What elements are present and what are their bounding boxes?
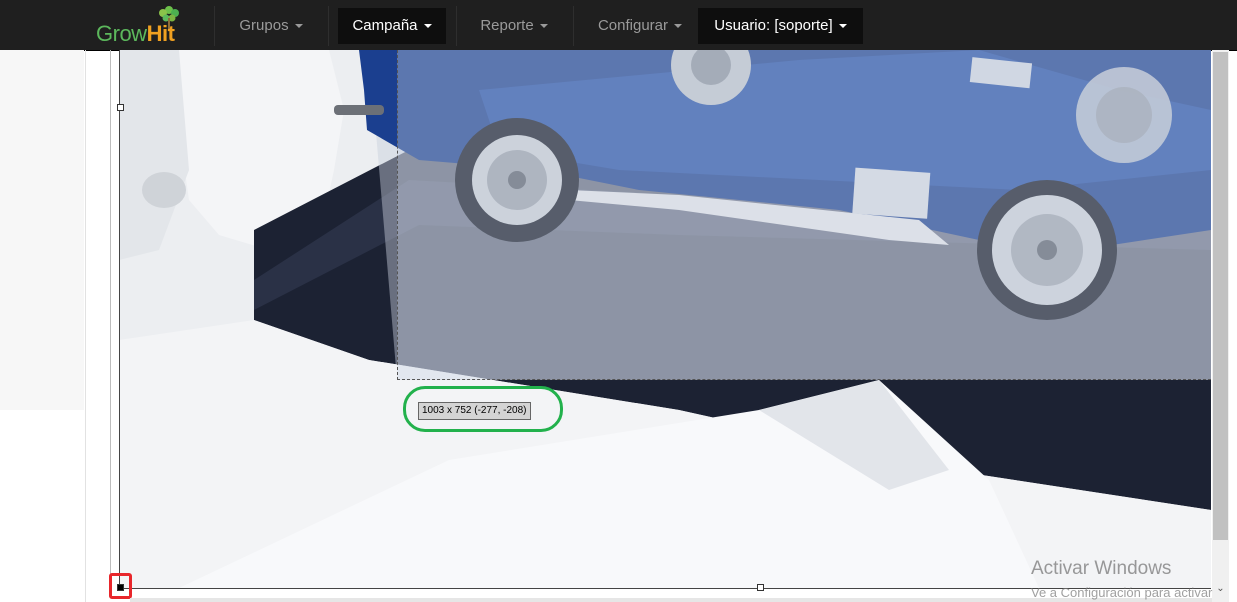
canvas-edge-left	[119, 50, 120, 588]
nav-usuario[interactable]: Usuario: [soporte]	[698, 8, 863, 44]
resize-handle-left[interactable]	[117, 104, 124, 111]
scroll-down-arrow-icon[interactable]: ⌄	[1212, 582, 1229, 596]
caret-down-icon	[539, 24, 548, 29]
caret-down-icon	[838, 24, 847, 29]
editor-frame-edge	[110, 50, 111, 595]
scrollbar-thumb[interactable]	[1213, 52, 1228, 540]
logo-wordmark: GrowHit	[96, 21, 175, 46]
nav-usuario-label: Usuario: [soporte]	[714, 17, 833, 34]
logo-grow-text: Grow	[96, 21, 147, 46]
nav-reporte[interactable]: Reporte	[466, 8, 562, 44]
green-annotation-ellipse	[403, 386, 563, 432]
caret-down-icon	[674, 24, 683, 29]
nav-grupos-label: Grupos	[239, 17, 289, 34]
top-navbar: GrowHit Grupos Campaña Reporte Configura…	[0, 0, 1237, 51]
left-page-pane	[0, 50, 84, 410]
nav-divider	[328, 6, 329, 46]
nav-configurar-label: Configurar	[597, 17, 669, 34]
resize-handle-bottom[interactable]	[757, 584, 764, 591]
nav-grupos[interactable]: Grupos	[226, 8, 316, 44]
crop-selection[interactable]	[397, 50, 1211, 380]
nav-divider	[214, 6, 215, 46]
nav-campana-label: Campaña	[352, 17, 418, 34]
red-annotation-box	[109, 573, 132, 599]
nav-divider	[456, 6, 457, 46]
nav-reporte-label: Reporte	[480, 17, 534, 34]
left-divider	[85, 50, 86, 602]
logo-hit-text: Hit	[146, 21, 175, 46]
caret-down-icon	[423, 24, 432, 29]
activation-watermark-subtitle: Ve a Configuración para activar	[1031, 585, 1213, 600]
nav-configurar[interactable]: Configurar	[583, 8, 697, 44]
growhit-logo[interactable]: GrowHit	[94, 4, 194, 48]
nav-campana[interactable]: Campaña	[338, 8, 446, 44]
activation-watermark-title: Activar Windows	[1031, 558, 1172, 579]
nav-divider	[573, 6, 574, 46]
caret-down-icon	[294, 24, 303, 29]
